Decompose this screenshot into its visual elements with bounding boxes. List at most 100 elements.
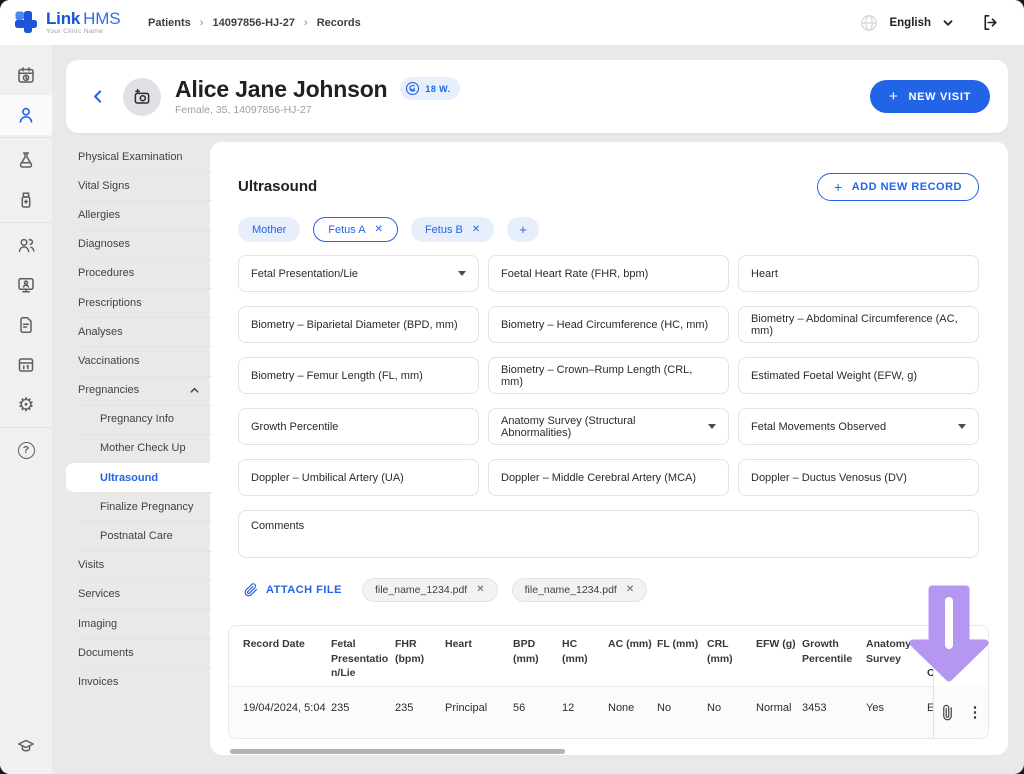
field-fetal-movements[interactable]: Fetal Movements Observed (738, 408, 979, 446)
chip-fetus-a[interactable]: Fetus A ✕ (313, 217, 398, 243)
row-attachment-icon[interactable] (936, 701, 957, 722)
cell-ac: None (608, 702, 635, 715)
breadcrumb-separator: › (304, 16, 308, 29)
nav-item-physical-examination[interactable]: Physical Examination (66, 142, 212, 171)
dropdown-caret-icon (458, 271, 466, 277)
plus-icon: + (889, 88, 899, 105)
cell-efw: Normal (756, 702, 792, 715)
rail-telemed[interactable] (0, 265, 52, 305)
breadcrumb-patients[interactable]: Patients (148, 17, 191, 29)
help-icon: ? (17, 441, 35, 459)
pregnancy-badge: 18 W. (400, 77, 461, 101)
breadcrumb-patient-id[interactable]: 14097856-HJ-27 (212, 17, 295, 29)
rail-schedule[interactable] (0, 55, 52, 95)
nav-item-documents[interactable]: Documents (66, 638, 212, 667)
nav-item-ultrasound[interactable]: Ultrasound (66, 463, 212, 493)
icon-rail: ⚙ ? (0, 45, 52, 774)
patient-name: Alice Jane Johnson (175, 75, 388, 102)
comments-field[interactable]: Comments (238, 510, 979, 559)
logout-button[interactable] (981, 13, 1000, 32)
add-chip-button[interactable]: + (507, 217, 539, 243)
nav-item-services[interactable]: Services (66, 579, 212, 609)
horizontal-scrollbar[interactable] (230, 749, 565, 755)
field-efw[interactable]: Estimated Foetal Weight (EFW, g) (738, 357, 979, 395)
field-heart[interactable]: Heart (738, 255, 979, 293)
nav-item-vital-signs[interactable]: Vital Signs (66, 171, 212, 200)
nav-label: Diagnoses (78, 238, 130, 251)
breadcrumb-records[interactable]: Records (317, 17, 361, 29)
rail-lab[interactable] (0, 140, 52, 180)
row-actions-column: ⋮ (933, 626, 988, 739)
rail-records[interactable] (0, 305, 52, 345)
nav-item-postnatal-care[interactable]: Postnatal Care (66, 521, 212, 550)
attach-file-button[interactable]: ATTACH FILE (238, 582, 348, 598)
rail-education[interactable] (0, 726, 52, 766)
nav-label: Prescriptions (78, 296, 142, 309)
nav-item-procedures[interactable]: Procedures (66, 258, 212, 288)
attached-file-chip[interactable]: file_name_1234.pdf ✕ (511, 578, 648, 603)
nav-item-mother-check-up[interactable]: Mother Check Up (66, 433, 212, 463)
page-title: Ultrasound (238, 178, 318, 196)
nav-item-vaccinations[interactable]: Vaccinations (66, 346, 212, 375)
field-doppler-mca[interactable]: Doppler – Middle Cerebral Artery (MCA) (488, 459, 729, 497)
nav-item-allergies[interactable]: Allergies (66, 200, 212, 229)
field-label: Fetal Movements Observed (751, 420, 887, 433)
remove-file-icon[interactable]: ✕ (626, 585, 634, 595)
patient-meta: Female, 35, 14097856-HJ-27 (175, 104, 312, 117)
rail-medications[interactable] (0, 180, 52, 220)
row-actions: ⋮ (934, 686, 988, 739)
new-visit-button[interactable]: + NEW VISIT (870, 80, 990, 113)
field-fhr[interactable]: Foetal Heart Rate (FHR, bpm) (488, 255, 729, 293)
rail-billing[interactable] (0, 345, 52, 385)
chip-mother[interactable]: Mother (238, 217, 301, 243)
nav-item-analyses[interactable]: Analyses (66, 317, 212, 346)
chevron-left-icon (94, 90, 102, 103)
nav-item-finalize-pregnancy[interactable]: Finalize Pregnancy (66, 492, 212, 521)
rail-divider (0, 137, 52, 138)
app-logo[interactable]: Link HMS Your Clinic Name (0, 10, 134, 36)
billing-icon (18, 358, 34, 372)
nav-item-pregnancy-info[interactable]: Pregnancy Info (66, 404, 212, 434)
rail-help[interactable]: ? (0, 430, 52, 470)
field-ac[interactable]: Biometry – Abdominal Circumference (AC, … (738, 306, 979, 344)
row-menu-icon[interactable]: ⋮ (968, 705, 983, 720)
nav-item-prescriptions[interactable]: Prescriptions (66, 287, 212, 317)
field-hc[interactable]: Biometry – Head Circumference (HC, mm) (488, 306, 729, 344)
field-doppler-ua[interactable]: Doppler – Umbilical Artery (UA) (238, 459, 479, 497)
rail-settings[interactable]: ⚙ (0, 385, 52, 425)
add-new-record-button[interactable]: + ADD NEW RECORD (817, 172, 979, 201)
col-ac: AC (mm) (608, 638, 652, 651)
field-fetal-presentation[interactable]: Fetal Presentation/Lie (238, 255, 479, 293)
back-button[interactable] (90, 88, 107, 105)
remove-file-icon[interactable]: ✕ (476, 585, 484, 595)
logo-cross-icon (15, 11, 37, 34)
nav-item-visits[interactable]: Visits (66, 550, 212, 580)
language-selector[interactable]: English (889, 17, 931, 29)
attached-file-chip[interactable]: file_name_1234.pdf ✕ (361, 578, 498, 603)
file-name: file_name_1234.pdf (374, 584, 468, 597)
nav-item-pregnancies[interactable]: Pregnancies (66, 375, 212, 405)
avatar[interactable] (123, 77, 161, 116)
chevron-down-icon[interactable] (942, 17, 954, 29)
breadcrumb: Patients › 14097856-HJ-27 › Records (148, 17, 361, 29)
chip-label: Mother (252, 223, 287, 236)
nav-item-imaging[interactable]: Imaging (66, 609, 212, 638)
field-label: Doppler – Middle Cerebral Artery (MCA) (501, 471, 697, 484)
nav-item-invoices[interactable]: Invoices (66, 667, 212, 696)
field-bpd[interactable]: Biometry – Biparietal Diameter (BPD, mm) (238, 306, 479, 344)
field-fl[interactable]: Biometry – Femur Length (FL, mm) (238, 357, 479, 395)
ultrasound-panel: Ultrasound + ADD NEW RECORD Mother Fetus… (210, 142, 1008, 755)
gear-icon: ⚙ (17, 394, 35, 416)
chip-fetus-b[interactable]: Fetus B ✕ (410, 217, 495, 243)
field-growth-percentile[interactable]: Growth Percentile (238, 408, 479, 446)
field-anatomy-survey[interactable]: Anatomy Survey (Structural Abnormalities… (488, 408, 729, 446)
table-row[interactable]: 19/04/2024, 5:04 235 235 Principal 56 12… (229, 687, 988, 739)
remove-chip-icon[interactable]: ✕ (472, 224, 480, 235)
nav-item-diagnoses[interactable]: Diagnoses (66, 229, 212, 259)
rail-patients[interactable] (0, 95, 52, 135)
field-crl[interactable]: Biometry – Crown–Rump Length (CRL, mm) (488, 357, 729, 395)
col-bpd: BPD (mm) (513, 638, 539, 665)
remove-chip-icon[interactable]: ✕ (375, 224, 383, 235)
rail-staff[interactable] (0, 225, 52, 265)
field-doppler-dv[interactable]: Doppler – Ductus Venosus (DV) (738, 459, 979, 497)
